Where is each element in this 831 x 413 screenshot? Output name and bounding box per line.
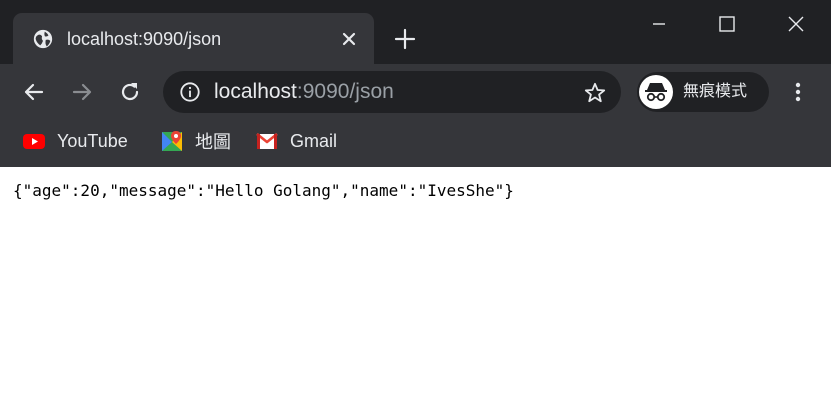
toolbar: localhost:9090/json 無痕模式 (0, 64, 831, 120)
address-bar[interactable]: localhost:9090/json (163, 71, 621, 113)
incognito-label: 無痕模式 (683, 83, 748, 100)
bookmark-label: 地圖 (195, 132, 231, 152)
globe-icon (33, 29, 53, 49)
site-info-icon[interactable] (179, 81, 201, 103)
url-path: :9090/json (296, 80, 394, 103)
tab-title: localhost:9090/json (67, 29, 222, 49)
close-window-icon[interactable] (784, 12, 808, 36)
incognito-icon (639, 75, 673, 109)
url-text[interactable]: localhost:9090/json (214, 80, 394, 104)
reload-icon[interactable] (118, 80, 142, 104)
bookmark-maps[interactable]: 地圖 (160, 120, 231, 162)
bookmark-youtube[interactable]: YouTube (22, 120, 128, 162)
bookmark-label: Gmail (290, 130, 338, 151)
bookmark-gmail[interactable]: Gmail (255, 120, 337, 162)
gmail-icon (256, 132, 278, 149)
close-tab-icon[interactable] (339, 29, 359, 49)
bookmark-star-icon[interactable] (583, 81, 607, 105)
bookmarks-bar: YouTube 地圖 Gmail (0, 120, 831, 167)
forward-icon[interactable] (70, 80, 94, 104)
url-host: localhost (214, 80, 297, 103)
minimize-icon[interactable] (647, 12, 671, 36)
incognito-profile-button[interactable]: 無痕模式 (637, 72, 769, 112)
maps-icon (162, 131, 182, 151)
back-icon[interactable] (22, 80, 46, 104)
browser-tab[interactable]: localhost:9090/json (13, 13, 374, 64)
maximize-icon[interactable] (715, 12, 739, 36)
title-bar: localhost:9090/json (0, 0, 831, 64)
more-menu-icon[interactable] (786, 80, 810, 104)
json-response-text: {"age":20,"message":"Hello Golang","name… (13, 181, 514, 200)
youtube-icon (23, 134, 45, 149)
bookmark-label: YouTube (57, 130, 128, 151)
page-content: {"age":20,"message":"Hello Golang","name… (0, 167, 831, 413)
new-tab-icon[interactable] (394, 28, 416, 50)
